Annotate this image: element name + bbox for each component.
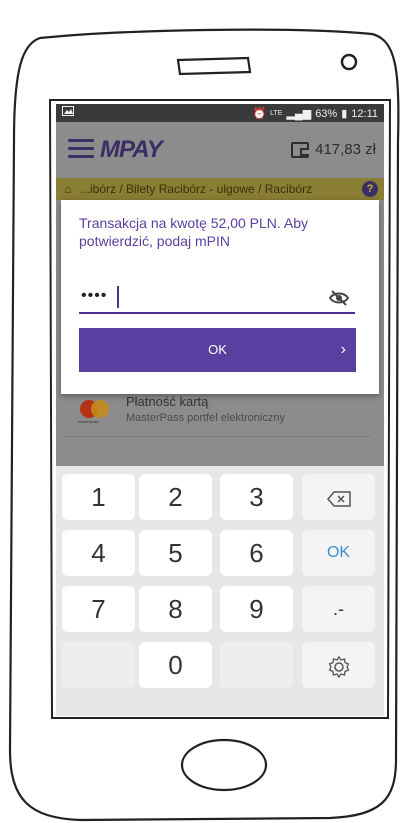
key-3[interactable]: 3 xyxy=(220,474,293,520)
battery-percent: 63% xyxy=(315,107,338,120)
balance-amount: 417,83 zł xyxy=(315,141,376,158)
ok-button-label: OK xyxy=(208,342,227,357)
home-icon[interactable]: ⌂ xyxy=(64,178,71,200)
mpin-input[interactable]: •••• xyxy=(79,286,355,314)
payment-option-title: Płatność kartą xyxy=(126,394,209,409)
app-header: MPAY 417,83 zł xyxy=(56,122,384,178)
mpin-value: •••• xyxy=(81,287,108,304)
key-5[interactable]: 5 xyxy=(139,530,212,576)
payment-option-subtitle: MasterPass portfel elektroniczny xyxy=(126,412,285,424)
menu-icon[interactable] xyxy=(68,139,94,159)
blank-key xyxy=(220,642,293,688)
dialog-message: Transakcja na kwotę 52,00 PLN. Aby potwi… xyxy=(79,215,309,249)
key-4[interactable]: 4 xyxy=(62,530,135,576)
mastercard-icon: masterpass xyxy=(78,400,112,424)
backspace-icon xyxy=(326,491,351,507)
battery-icon: ▮ xyxy=(341,108,348,120)
eye-off-icon[interactable] xyxy=(329,290,349,306)
payment-option-card[interactable]: masterpass Płatność kartą MasterPass por… xyxy=(78,394,368,434)
settings-key[interactable] xyxy=(302,642,375,688)
numeric-keyboard: 1 2 3 4 5 6 OK 7 8 9 .- 0 xyxy=(56,466,384,716)
key-0[interactable]: 0 xyxy=(139,642,212,688)
mpin-dialog: Transakcja na kwotę 52,00 PLN. Aby potwi… xyxy=(61,200,379,394)
help-icon[interactable]: ? xyxy=(362,181,378,197)
breadcrumb-path: ...ibórz / Bilety Racibórz - ulgowe / Ra… xyxy=(80,182,313,196)
keyboard-ok-key[interactable]: OK xyxy=(302,530,375,576)
network-type: LTE xyxy=(270,110,283,117)
wallet-balance[interactable]: 417,83 zł xyxy=(291,141,376,158)
key-8[interactable]: 8 xyxy=(139,586,212,632)
backspace-key[interactable] xyxy=(302,474,375,520)
status-bar: ⏰ LTE ▂▄▆ 63% ▮ 12:11 xyxy=(56,104,384,122)
wallet-icon xyxy=(291,141,310,158)
key-7[interactable]: 7 xyxy=(62,586,135,632)
chevron-right-icon: › xyxy=(340,341,346,358)
phone-screen: ⏰ LTE ▂▄▆ 63% ▮ 12:11 MPAY 417,83 zł ⌂ .… xyxy=(56,104,384,716)
text-cursor xyxy=(117,286,119,308)
masterpass-logo-text: masterpass xyxy=(78,419,99,424)
signal-icon: ▂▄▆ xyxy=(286,108,312,120)
status-indicators: ⏰ LTE ▂▄▆ 63% ▮ 12:11 xyxy=(252,107,378,121)
image-notification-icon xyxy=(62,106,74,116)
clock: 12:11 xyxy=(351,107,378,120)
breadcrumb: ⌂ ...ibórz / Bilety Racibórz - ulgowe / … xyxy=(56,178,384,200)
symbols-key[interactable]: .- xyxy=(302,586,375,632)
ok-button[interactable]: OK › xyxy=(79,328,356,372)
alarm-icon: ⏰ xyxy=(252,108,267,120)
key-2[interactable]: 2 xyxy=(139,474,212,520)
key-6[interactable]: 6 xyxy=(220,530,293,576)
app-logo: MPAY xyxy=(100,136,163,163)
divider xyxy=(64,436,370,437)
blank-key xyxy=(62,642,135,688)
key-9[interactable]: 9 xyxy=(220,586,293,632)
settings-icon xyxy=(328,655,349,679)
key-1[interactable]: 1 xyxy=(62,474,135,520)
